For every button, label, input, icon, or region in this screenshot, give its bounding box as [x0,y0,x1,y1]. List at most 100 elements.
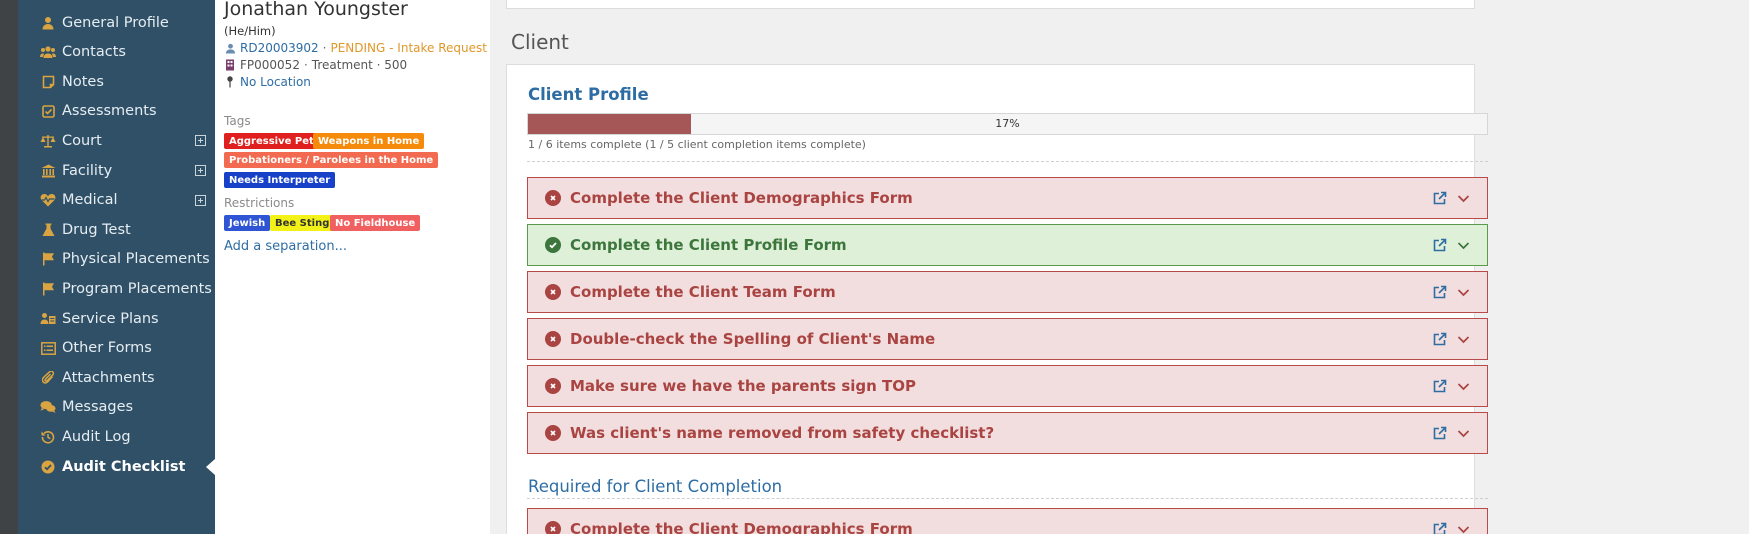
chevron-down-icon[interactable] [1455,237,1471,253]
expand-plus-icon[interactable] [195,135,206,147]
sidebar-item-label: Facility [62,162,113,179]
list-icon [40,340,56,356]
record-line: RD20003902 · PENDING - Intake Request [224,41,487,55]
top-card-edge [506,0,1475,9]
sidebar-item-label: Audit Log [62,428,131,445]
chevron-down-icon[interactable] [1455,190,1471,206]
status-text: PENDING - Intake Request [330,41,487,55]
checklist-item[interactable]: Double-check the Spelling of Client's Na… [527,318,1488,360]
sidebar-item-audit-checklist[interactable]: Audit Checklist [18,450,215,483]
user-icon [224,42,236,54]
sidebar-item-physical-placements[interactable]: Physical Placements [18,243,215,276]
client-name: Jonathan Youngster [224,0,408,20]
checklist-item[interactable]: Complete the Client Demographics Form [527,508,1488,534]
sidebar-item-label: Drug Test [62,221,131,238]
external-link-icon[interactable] [1431,425,1447,441]
sidebar-item-audit-log[interactable]: Audit Log [18,420,215,453]
sidebar-item-label: Assessments [62,103,157,120]
tag-badge: Needs Interpreter [224,172,336,188]
facility-line: FP000052 · Treatment · 500 [224,58,407,72]
x-circle-icon [545,331,561,347]
x-circle-icon [545,378,561,394]
check-circle-icon [545,237,561,253]
sidebar-item-label: Program Placements [62,280,212,297]
external-link-icon[interactable] [1431,331,1447,347]
sidebar-item-label: Medical [62,192,118,209]
external-link-icon[interactable] [1431,521,1447,534]
progress-label: 17% [995,117,1020,130]
external-link-icon[interactable] [1431,284,1447,300]
checklist-item-label: Double-check the Spelling of Client's Na… [570,330,936,348]
users-icon [40,44,56,60]
chevron-down-icon[interactable] [1455,284,1471,300]
section-title: Client [511,30,569,54]
record-id-link[interactable]: RD20003902 [240,41,319,55]
sidebar-nav: General Profile Contacts Notes Assessmen… [18,0,215,534]
card-title: Client Profile [528,85,649,104]
separator: · [322,41,327,55]
sidebar-item-court[interactable]: Court [18,124,215,157]
client-pronouns: (He/Him) [224,24,276,38]
sidebar-item-assessments[interactable]: Assessments [18,95,215,128]
checkbox-icon [40,103,56,119]
x-circle-icon [545,521,561,534]
tag-badge: Weapons in Home [313,133,425,149]
sidebar-item-other-forms[interactable]: Other Forms [18,332,215,365]
checklist-item-label: Complete the Client Profile Form [570,236,847,254]
tags-label: Tags [224,114,251,128]
heartbeat-icon [40,192,56,208]
sidebar-item-label: Messages [62,399,134,416]
sidebar-item-messages[interactable]: Messages [18,391,215,424]
expand-plus-icon[interactable] [195,165,206,176]
facility-id: FP000052 [240,58,300,72]
active-indicator-caret [206,459,215,475]
checklist-item[interactable]: Complete the Client Profile Form [527,224,1488,266]
tag-badge: Aggressive Pets [224,133,325,149]
checklist-item[interactable]: Was client's name removed from safety ch… [527,412,1488,454]
sidebar-item-contacts[interactable]: Contacts [18,36,215,69]
x-circle-icon [545,190,561,206]
sidebar-item-medical[interactable]: Medical [18,184,215,217]
tag-badge: Probationers / Parolees in the Home [224,152,439,168]
restrictions-label: Restrictions [224,196,295,210]
restriction-badge: Jewish [224,215,271,231]
external-link-icon[interactable] [1431,378,1447,394]
sidebar-item-label: General Profile [62,14,169,31]
scales-icon [40,133,56,149]
chevron-down-icon[interactable] [1455,425,1471,441]
add-separation-link[interactable]: Add a separation... [224,239,347,254]
sidebar-item-facility[interactable]: Facility [18,154,215,187]
sidebar-item-label: Other Forms [62,340,152,357]
external-link-icon[interactable] [1431,237,1447,253]
sidebar-item-drug-test[interactable]: Drug Test [18,213,215,246]
sidebar-item-notes[interactable]: Notes [18,65,215,98]
location-link[interactable]: No Location [240,75,311,89]
history-icon [40,429,56,445]
facility-detail: Treatment · 500 [311,58,408,72]
checklist-item-label: Was client's name removed from safety ch… [570,424,995,442]
checklist-item-label: Complete the Client Demographics Form [570,189,913,207]
chevron-down-icon[interactable] [1455,378,1471,394]
client-info-panel: Jonathan Youngster (He/Him) RD20003902 ·… [215,0,490,534]
chevron-down-icon[interactable] [1455,331,1471,347]
checklist-item[interactable]: Complete the Client Demographics Form [527,177,1488,219]
checklist-item[interactable]: Complete the Client Team Form [527,271,1488,313]
service-icon [40,311,56,327]
checklist-item-label: Complete the Client Team Form [570,283,836,301]
sidebar-item-general-profile[interactable]: General Profile [18,6,215,39]
flag-icon [40,281,56,297]
user-icon [40,15,56,31]
x-circle-icon [545,425,561,441]
checklist-item-label: Complete the Client Demographics Form [570,520,913,534]
client-profile-card: Client Profile 17% 1 / 6 items complete … [506,64,1488,534]
sidebar-item-program-placements[interactable]: Program Placements [18,272,215,305]
external-link-icon[interactable] [1431,190,1447,206]
checklist-item[interactable]: Make sure we have the parents sign TOP [527,365,1488,407]
sidebar-item-label: Physical Placements [62,251,210,268]
sidebar-item-attachments[interactable]: Attachments [18,361,215,394]
expand-plus-icon[interactable] [195,194,206,206]
left-edge-strip [0,0,18,534]
checklist-item-label: Make sure we have the parents sign TOP [570,377,917,395]
chevron-down-icon[interactable] [1455,521,1471,534]
sidebar-item-service-plans[interactable]: Service Plans [18,302,215,335]
